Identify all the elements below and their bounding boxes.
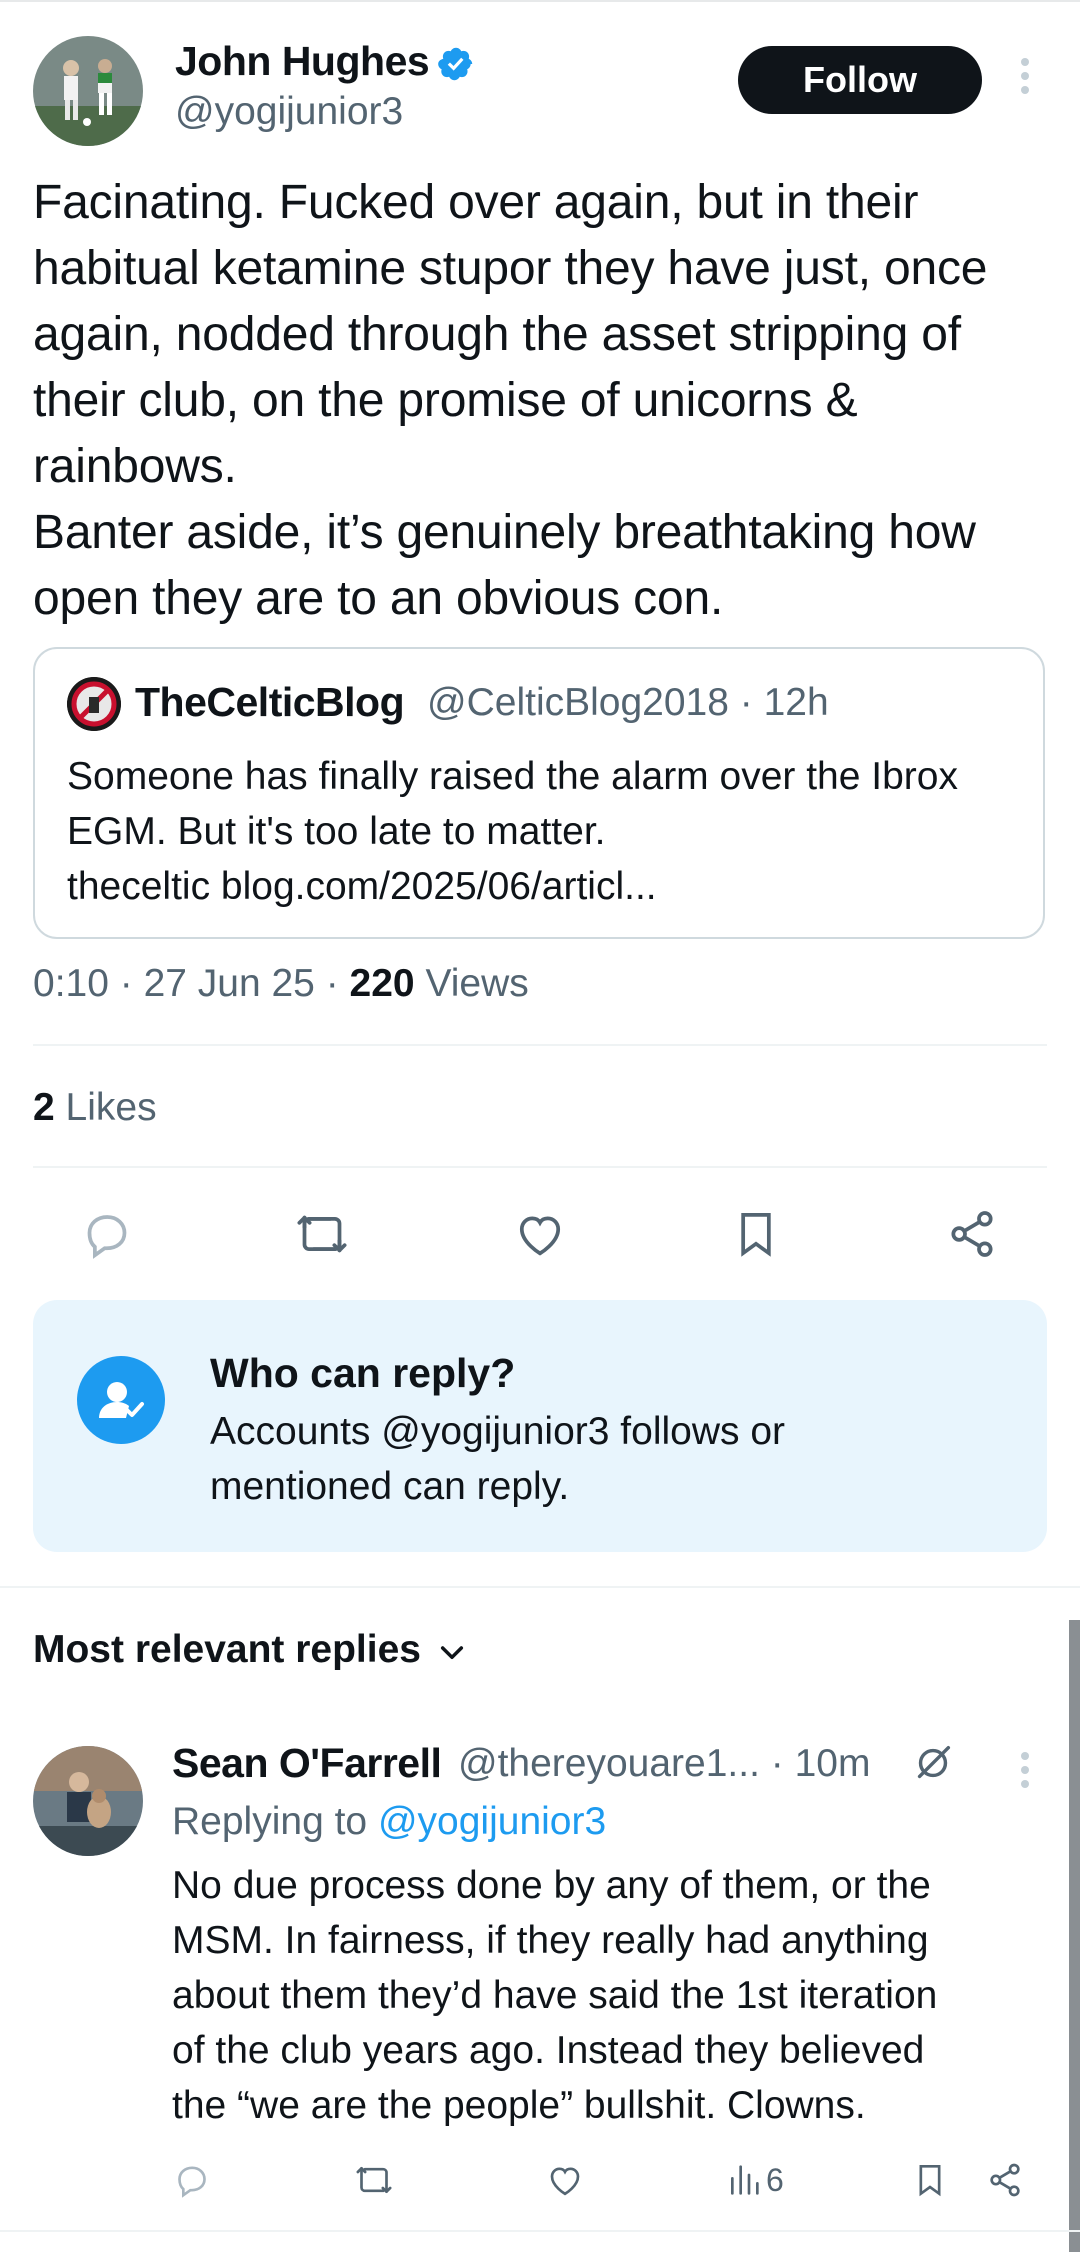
reply-retweet-icon[interactable] — [354, 2158, 394, 2202]
author-handle[interactable]: @yogijunior3 — [175, 90, 403, 134]
analytics-icon — [731, 2165, 759, 2195]
heart-icon[interactable] — [512, 1206, 568, 1262]
quoted-author-name: TheCelticBlog — [135, 679, 405, 725]
author-name[interactable]: John Hughes — [175, 38, 430, 85]
tweet-text: Facinating. Fucked over again, but in th… — [33, 176, 988, 625]
reply-author-meta: @thereyouare1... · 10m — [458, 1742, 871, 1785]
views-count: 220 — [349, 962, 415, 1005]
reply-share-icon[interactable] — [985, 2158, 1025, 2202]
divider — [33, 1044, 1047, 1046]
author-avatar[interactable] — [33, 36, 143, 146]
reply-icon[interactable] — [79, 1206, 135, 1262]
quoted-tweet-text: Someone has finally raised the alarm ove… — [67, 755, 958, 908]
more-options-icon[interactable] — [1010, 58, 1040, 100]
follow-button[interactable]: Follow — [738, 46, 982, 114]
replying-to-handle-link[interactable]: @yogijunior3 — [378, 1800, 606, 1843]
chevron-down-icon[interactable] — [436, 1636, 468, 1668]
reply-author-name[interactable]: Sean O'Farrell — [172, 1740, 442, 1787]
replying-to: Replying to @yogijunior3 — [172, 1800, 607, 1843]
bookmark-icon[interactable] — [728, 1206, 784, 1262]
reply-heart-icon[interactable] — [545, 2158, 585, 2202]
reply-views-count: 6 — [766, 2161, 784, 2198]
tweet-timestamp: 0:10 · 27 Jun 25 · 220 Views — [33, 962, 529, 1005]
reply-bookmark-icon[interactable] — [910, 2158, 950, 2202]
who-can-reply-description: Accounts @yogijunior3 follows or mention… — [210, 1410, 786, 1508]
share-icon[interactable] — [944, 1206, 1000, 1262]
verified-badge-icon — [438, 47, 473, 81]
quoted-author-meta: @CelticBlog2018 · 12h — [427, 681, 829, 724]
who-can-reply-title: Who can reply? — [210, 1350, 516, 1396]
replies-sort-label[interactable]: Most relevant replies — [33, 1628, 421, 1672]
likes-count[interactable]: 2 Likes — [33, 1086, 157, 1130]
reply-more-options-icon[interactable] — [1010, 1752, 1040, 1794]
bottom-divider — [0, 2230, 1080, 2232]
quoted-tweet[interactable]: TheCelticBlog @CelticBlog2018 · 12h Some… — [33, 647, 1045, 939]
reply-views[interactable]: 6 — [724, 2158, 784, 2202]
reply-text: No due process done by any of them, or t… — [172, 1864, 938, 2127]
who-can-reply-box: Who can reply? Accounts @yogijunior3 fol… — [33, 1300, 1047, 1552]
mentioned-user-icon — [77, 1356, 165, 1444]
reply-reply-icon[interactable] — [172, 2158, 212, 2202]
retweet-icon[interactable] — [294, 1206, 350, 1262]
top-divider — [0, 0, 1080, 2]
section-divider — [0, 1586, 1080, 1588]
scrollbar[interactable] — [1069, 1620, 1080, 2252]
quoted-author-avatar — [67, 677, 121, 731]
reply-author-avatar[interactable] — [33, 1746, 143, 1856]
divider — [33, 1166, 1047, 1168]
grok-icon[interactable] — [910, 1740, 956, 1786]
